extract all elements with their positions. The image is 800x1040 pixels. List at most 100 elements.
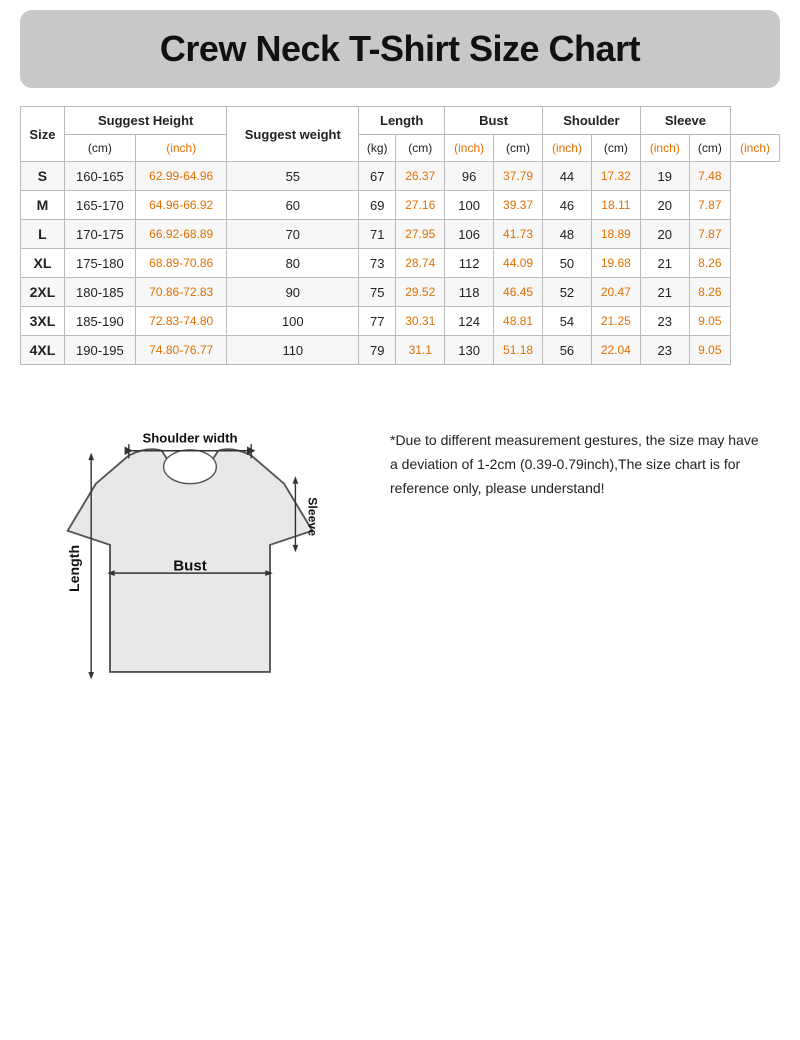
unit-bust-cm: (cm) bbox=[494, 135, 543, 162]
cell-size: L bbox=[21, 220, 65, 249]
col-size: Size bbox=[21, 107, 65, 162]
cell-h-cm: 180-185 bbox=[64, 278, 135, 307]
cell-wt: 80 bbox=[227, 249, 359, 278]
unit-length-in: (inch) bbox=[445, 135, 494, 162]
table-row: 2XL 180-185 70.86-72.83 90 75 29.52 118 … bbox=[21, 278, 780, 307]
cell-sh-in: 21.25 bbox=[591, 307, 640, 336]
sleeve-label: Sleeve bbox=[306, 497, 320, 536]
cell-sh-in: 17.32 bbox=[591, 162, 640, 191]
cell-l-cm: 67 bbox=[359, 162, 396, 191]
cell-sh-in: 20.47 bbox=[591, 278, 640, 307]
cell-b-in: 51.18 bbox=[494, 336, 543, 365]
cell-h-cm: 185-190 bbox=[64, 307, 135, 336]
unit-height-in: (inch) bbox=[135, 135, 227, 162]
table-row: XL 175-180 68.89-70.86 80 73 28.74 112 4… bbox=[21, 249, 780, 278]
cell-l-cm: 75 bbox=[359, 278, 396, 307]
cell-h-cm: 160-165 bbox=[64, 162, 135, 191]
table-row: L 170-175 66.92-68.89 70 71 27.95 106 41… bbox=[21, 220, 780, 249]
cell-sh-cm: 48 bbox=[543, 220, 592, 249]
cell-sl-cm: 23 bbox=[640, 307, 689, 336]
page-title: Crew Neck T-Shirt Size Chart bbox=[30, 28, 770, 70]
cell-sl-cm: 21 bbox=[640, 249, 689, 278]
cell-b-in: 44.09 bbox=[494, 249, 543, 278]
cell-h-in: 66.92-68.89 bbox=[135, 220, 227, 249]
cell-h-in: 72.83-74.80 bbox=[135, 307, 227, 336]
cell-h-cm: 190-195 bbox=[64, 336, 135, 365]
cell-b-cm: 106 bbox=[445, 220, 494, 249]
cell-l-in: 31.1 bbox=[396, 336, 445, 365]
cell-sl-cm: 21 bbox=[640, 278, 689, 307]
col-bust: Bust bbox=[445, 107, 543, 135]
unit-shoulder-cm: (cm) bbox=[591, 135, 640, 162]
table-row: 4XL 190-195 74.80-76.77 110 79 31.1 130 … bbox=[21, 336, 780, 365]
table-row: 3XL 185-190 72.83-74.80 100 77 30.31 124… bbox=[21, 307, 780, 336]
note-area: *Due to different measurement gestures, … bbox=[390, 399, 770, 500]
cell-wt: 60 bbox=[227, 191, 359, 220]
col-suggest-weight: Suggest weight bbox=[227, 107, 359, 162]
cell-wt: 100 bbox=[227, 307, 359, 336]
cell-sl-in: 9.05 bbox=[689, 307, 730, 336]
cell-b-cm: 118 bbox=[445, 278, 494, 307]
cell-h-cm: 175-180 bbox=[64, 249, 135, 278]
diagram-area: Shoulder width Bust Length Sleeve bbox=[30, 399, 370, 739]
cell-sl-cm: 20 bbox=[640, 191, 689, 220]
cell-b-in: 48.81 bbox=[494, 307, 543, 336]
length-label: Length bbox=[66, 545, 82, 592]
cell-h-cm: 165-170 bbox=[64, 191, 135, 220]
unit-sleeve-cm: (cm) bbox=[689, 135, 730, 162]
cell-sl-cm: 23 bbox=[640, 336, 689, 365]
cell-wt: 90 bbox=[227, 278, 359, 307]
col-shoulder: Shoulder bbox=[543, 107, 641, 135]
cell-sh-cm: 56 bbox=[543, 336, 592, 365]
cell-sl-in: 8.26 bbox=[689, 278, 730, 307]
table-row: M 165-170 64.96-66.92 60 69 27.16 100 39… bbox=[21, 191, 780, 220]
unit-bust-in: (inch) bbox=[543, 135, 592, 162]
cell-sl-in: 7.87 bbox=[689, 220, 730, 249]
unit-shoulder-in: (inch) bbox=[640, 135, 689, 162]
note-text: *Due to different measurement gestures, … bbox=[390, 429, 770, 500]
cell-l-in: 27.95 bbox=[396, 220, 445, 249]
cell-sh-in: 22.04 bbox=[591, 336, 640, 365]
cell-l-cm: 69 bbox=[359, 191, 396, 220]
cell-l-in: 27.16 bbox=[396, 191, 445, 220]
cell-b-in: 39.37 bbox=[494, 191, 543, 220]
bottom-section: Shoulder width Bust Length Sleeve bbox=[20, 389, 780, 749]
cell-b-cm: 130 bbox=[445, 336, 494, 365]
cell-b-cm: 100 bbox=[445, 191, 494, 220]
cell-sl-in: 7.48 bbox=[689, 162, 730, 191]
unit-weight-kg: (kg) bbox=[359, 135, 396, 162]
cell-sh-cm: 50 bbox=[543, 249, 592, 278]
col-sleeve: Sleeve bbox=[640, 107, 730, 135]
cell-h-in: 64.96-66.92 bbox=[135, 191, 227, 220]
cell-wt: 70 bbox=[227, 220, 359, 249]
shoulder-label: Shoulder width bbox=[142, 430, 237, 445]
cell-l-cm: 73 bbox=[359, 249, 396, 278]
unit-sleeve-in: (inch) bbox=[731, 135, 780, 162]
cell-sh-cm: 44 bbox=[543, 162, 592, 191]
cell-b-cm: 96 bbox=[445, 162, 494, 191]
cell-sl-cm: 20 bbox=[640, 220, 689, 249]
cell-sl-cm: 19 bbox=[640, 162, 689, 191]
cell-l-in: 26.37 bbox=[396, 162, 445, 191]
unit-height-cm: (cm) bbox=[64, 135, 135, 162]
cell-b-in: 37.79 bbox=[494, 162, 543, 191]
cell-sh-cm: 54 bbox=[543, 307, 592, 336]
cell-b-cm: 124 bbox=[445, 307, 494, 336]
bust-label: Bust bbox=[173, 557, 206, 574]
unit-length-cm: (cm) bbox=[396, 135, 445, 162]
cell-l-in: 30.31 bbox=[396, 307, 445, 336]
cell-h-cm: 170-175 bbox=[64, 220, 135, 249]
cell-l-in: 28.74 bbox=[396, 249, 445, 278]
cell-size: 2XL bbox=[21, 278, 65, 307]
table-row: S 160-165 62.99-64.96 55 67 26.37 96 37.… bbox=[21, 162, 780, 191]
cell-size: S bbox=[21, 162, 65, 191]
cell-h-in: 68.89-70.86 bbox=[135, 249, 227, 278]
cell-l-cm: 71 bbox=[359, 220, 396, 249]
size-table: Size Suggest Height Suggest weight Lengt… bbox=[20, 106, 780, 365]
cell-size: 3XL bbox=[21, 307, 65, 336]
col-length: Length bbox=[359, 107, 445, 135]
cell-b-in: 41.73 bbox=[494, 220, 543, 249]
cell-sh-in: 19.68 bbox=[591, 249, 640, 278]
cell-l-cm: 77 bbox=[359, 307, 396, 336]
cell-sh-cm: 46 bbox=[543, 191, 592, 220]
